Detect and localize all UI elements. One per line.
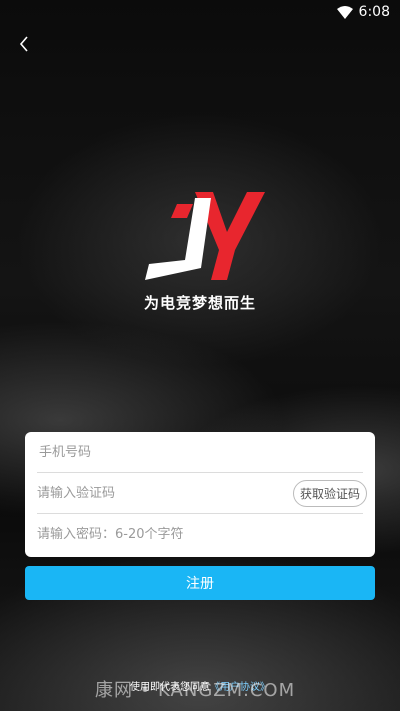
register-button[interactable]: 注册 — [25, 566, 375, 600]
get-code-button[interactable]: 获取验证码 — [292, 479, 367, 507]
background — [0, 0, 400, 711]
phone-row — [37, 432, 363, 473]
phone-input[interactable] — [37, 432, 363, 472]
password-input[interactable] — [37, 514, 363, 555]
wifi-icon — [336, 5, 353, 19]
back-button[interactable] — [12, 30, 36, 58]
verification-code-input[interactable] — [37, 473, 293, 513]
code-row: 获取验证码 — [37, 473, 367, 514]
slogan: 为电竞梦想而生 — [143, 294, 256, 312]
status-time: 6:08 — [358, 4, 390, 20]
register-form: 获取验证码 — [25, 432, 375, 557]
chevron-left-icon — [19, 36, 28, 52]
app-logo — [135, 190, 265, 290]
watermark: 康网 • KANGZM.COM — [95, 680, 296, 701]
status-bar: 6:08 — [0, 0, 400, 24]
password-row — [37, 514, 363, 555]
